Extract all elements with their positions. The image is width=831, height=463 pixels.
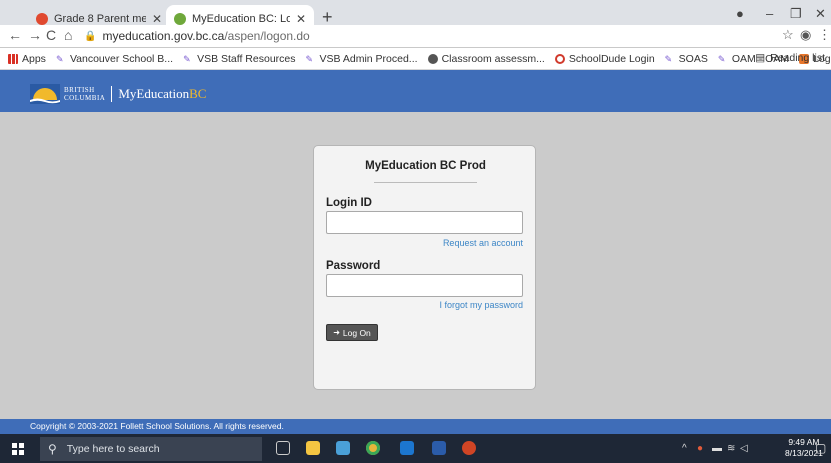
- vsb-icon: ✎: [717, 53, 726, 64]
- vsb-icon: ✎: [183, 53, 191, 64]
- logo-bc-part: BC: [189, 86, 207, 101]
- copyright-text: Copyright © 2003-2021 Follett School Sol…: [30, 421, 284, 431]
- myeducation-bc-logo[interactable]: BRITISH COLUMBIA MyEducationBC: [30, 82, 206, 106]
- bookmark-star-icon[interactable]: ☆: [782, 27, 794, 43]
- bookmark-schooldude[interactable]: SchoolDude Login: [554, 52, 655, 65]
- reload-button[interactable]: C: [46, 27, 56, 43]
- volume-icon[interactable]: ◁: [740, 443, 748, 454]
- myeducation-wordmark: MyEducationBC: [118, 86, 206, 102]
- bookmark-vsb-admin[interactable]: ✎ VSB Admin Proced...: [306, 53, 418, 65]
- reading-list-label: Reading list: [770, 52, 825, 64]
- vsb-icon: ✎: [55, 53, 64, 64]
- wifi-icon[interactable]: ≋: [727, 443, 735, 454]
- bc-sun-icon: [30, 84, 60, 104]
- window-close-button[interactable]: ✕: [815, 6, 826, 22]
- battery-icon[interactable]: ▬: [712, 443, 722, 454]
- logo-my-part: MyEducation: [118, 86, 190, 101]
- tray-app-icon[interactable]: ●: [697, 443, 703, 454]
- apps-grid-icon: [8, 53, 18, 64]
- word-icon[interactable]: [432, 441, 446, 455]
- url-path: /aspen/logon.do: [224, 29, 310, 43]
- bookmark-vsb-staff[interactable]: ✎ VSB Staff Resources: [183, 53, 295, 65]
- log-on-label: Log On: [342, 327, 371, 338]
- vsb-icon: ✎: [305, 53, 314, 64]
- lock-icon: 🔒: [84, 30, 97, 42]
- search-icon: ⚲: [48, 442, 57, 456]
- tab-close-icon[interactable]: ✕: [296, 12, 306, 26]
- bookmark-vancouver-school[interactable]: ✎ Vancouver School B...: [56, 53, 173, 65]
- bookmark-label: SchoolDude Login: [568, 52, 655, 65]
- tab-title: Grade 8 Parent meeting Sept 8, 2: [54, 13, 146, 25]
- windows-start-icon[interactable]: [12, 443, 24, 455]
- url-domain: myeducation.gov.bc.ca: [102, 29, 225, 43]
- bookmark-label: Vancouver School B...: [69, 52, 174, 65]
- window-minimize-button[interactable]: –: [766, 6, 773, 21]
- outlook-icon[interactable]: [400, 441, 414, 455]
- logo-line-british: BRITISH: [64, 86, 95, 94]
- logo-line-columbia: COLUMBIA: [64, 94, 106, 102]
- reading-list-button[interactable]: ▤ Reading list: [755, 52, 825, 64]
- login-panel-title: MyEducation BC Prod: [365, 160, 486, 172]
- back-button[interactable]: ←: [8, 27, 22, 43]
- site-footer: Copyright © 2003-2021 Follett School Sol…: [0, 419, 831, 434]
- menu-kebab-icon[interactable]: ⋮: [818, 27, 831, 43]
- sign-in-arrow-icon: ➜: [333, 328, 340, 337]
- chrome-profile-icon[interactable]: ●: [736, 6, 744, 21]
- bookmark-label: Classroom assessm...: [441, 52, 545, 65]
- task-view-icon[interactable]: [276, 441, 290, 455]
- login-panel: MyEducation BC Prod Login ID Request an …: [313, 145, 536, 390]
- site-header: BRITISH COLUMBIA MyEducationBC: [0, 70, 831, 112]
- log-on-button[interactable]: ➜ Log On: [326, 324, 378, 341]
- reading-list-icon: ▤: [755, 52, 766, 64]
- tab-favicon-icon: [174, 13, 186, 25]
- bookmarks-bar: Apps ✎ Vancouver School B... ✎ VSB Staff…: [0, 48, 831, 70]
- notifications-icon[interactable]: ▢: [815, 441, 826, 455]
- taskbar-search-placeholder: Type here to search: [66, 443, 160, 455]
- bookmark-label: Apps: [22, 52, 46, 65]
- tab-favicon-icon: [36, 13, 48, 25]
- profile-avatar-icon[interactable]: ◉: [800, 27, 811, 43]
- address-bar[interactable]: 🔒 myeducation.gov.bc.ca /aspen/logon.do: [84, 26, 310, 46]
- request-account-link[interactable]: Request an account: [443, 238, 523, 248]
- bookmark-label: VSB Staff Resources: [197, 52, 296, 65]
- schooldude-icon: [554, 53, 565, 64]
- teams-icon[interactable]: [336, 441, 350, 455]
- tray-chevron-icon[interactable]: ^: [682, 443, 687, 454]
- taskbar-search-box[interactable]: ⚲ Type here to search: [40, 437, 262, 461]
- bookmark-classroom[interactable]: Classroom assessm...: [427, 52, 545, 65]
- home-button[interactable]: ⌂: [64, 27, 72, 43]
- vsb-icon: ✎: [664, 53, 673, 64]
- tab-title: MyEducation BC: Log On: [192, 13, 290, 25]
- tab-close-icon[interactable]: ✕: [152, 12, 162, 26]
- forgot-password-link[interactable]: I forgot my password: [439, 300, 523, 310]
- globe-icon: [427, 53, 438, 64]
- window-maximize-button[interactable]: ❐: [790, 6, 802, 22]
- windows-taskbar: ⚲ Type here to search ^ ● ▬ ≋ ◁ 9:49 AM …: [0, 434, 831, 463]
- bookmark-apps[interactable]: Apps: [8, 53, 46, 65]
- login-id-label: Login ID: [326, 197, 372, 209]
- login-id-input[interactable]: [326, 211, 523, 234]
- password-label: Password: [326, 260, 381, 272]
- bookmark-soas[interactable]: ✎ SOAS: [665, 53, 708, 65]
- file-explorer-icon[interactable]: [306, 441, 320, 455]
- british-columbia-wordmark: BRITISH COLUMBIA: [64, 86, 113, 102]
- powerpoint-icon[interactable]: [462, 441, 476, 455]
- bookmark-label: SOAS: [678, 52, 708, 65]
- browser-toolbar: ← → C ⌂ 🔒 myeducation.gov.bc.ca /aspen/l…: [0, 25, 831, 47]
- chrome-icon[interactable]: [366, 441, 380, 455]
- password-input[interactable]: [326, 274, 523, 297]
- title-divider: [374, 182, 477, 183]
- bookmark-label: VSB Admin Proced...: [319, 52, 418, 65]
- forward-button[interactable]: →: [28, 27, 42, 43]
